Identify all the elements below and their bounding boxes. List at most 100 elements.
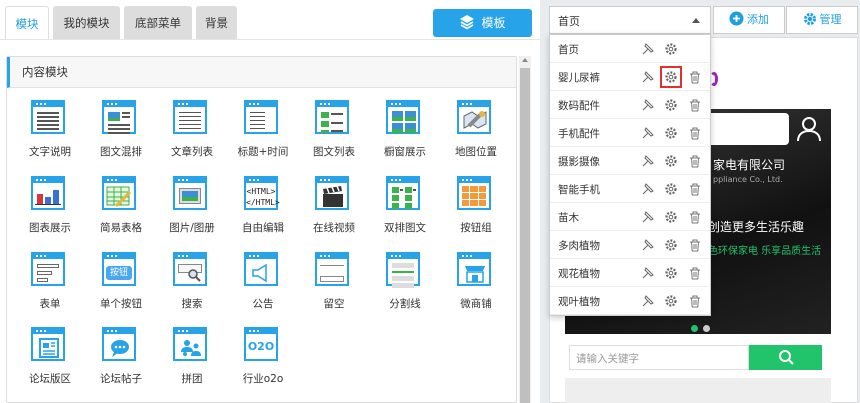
template-button[interactable]: 模板 [433, 9, 532, 37]
settings-gear-icon[interactable] [664, 126, 678, 140]
pin-icon[interactable] [642, 43, 654, 55]
settings-gear-icon[interactable] [664, 294, 678, 308]
page-menu-item[interactable]: 首页 [550, 35, 710, 63]
company-name: 家电有限公司 [713, 158, 786, 172]
settings-gear-icon[interactable] [664, 154, 678, 168]
module-picture-album[interactable]: 图片/图册 [157, 172, 227, 240]
module-divider[interactable]: 分割线 [370, 248, 440, 316]
module-search[interactable]: 搜索 [157, 248, 227, 316]
module-label: 行业o2o [242, 373, 284, 385]
manage-button[interactable]: 管理 [786, 6, 858, 34]
module-label: 橱窗展示 [384, 146, 426, 158]
pin-icon[interactable] [642, 295, 654, 307]
module-map-location[interactable]: 地图位置 [441, 96, 511, 164]
page-name: 观叶植物 [558, 296, 600, 308]
pin-icon[interactable] [642, 183, 654, 195]
blank-space-icon [315, 252, 349, 286]
user-icon[interactable] [795, 115, 823, 143]
slogan: 创造更多生活乐趣 [708, 220, 805, 234]
tab-bottom-menu[interactable]: 底部菜单 [124, 6, 192, 40]
page-menu-item[interactable]: 婴儿尿裤 [550, 63, 710, 91]
module-article-list[interactable]: 文章列表 [157, 96, 227, 164]
button-text: 按钮 [106, 266, 132, 280]
trash-icon[interactable] [689, 267, 701, 280]
module-label: 微商铺 [460, 298, 492, 310]
pin-icon[interactable] [642, 267, 654, 279]
module-form[interactable]: 表单 [15, 248, 85, 316]
module-title-time[interactable]: 标题+时间 [228, 96, 298, 164]
tab-my-modules[interactable]: 我的模块 [53, 6, 120, 40]
settings-gear-icon[interactable] [664, 182, 678, 196]
pin-icon[interactable] [642, 71, 654, 83]
template-button-label: 模板 [481, 16, 506, 30]
trash-icon[interactable] [689, 155, 701, 168]
html-close-tag: </HTML> [246, 198, 280, 207]
html-icon: <HTML> </HTML> [244, 176, 280, 210]
modules-scrollbar[interactable] [519, 56, 531, 403]
carousel-dot[interactable] [703, 325, 710, 332]
settings-gear-icon[interactable] [664, 42, 678, 56]
tab-background[interactable]: 背景 [196, 6, 237, 40]
preview-logo [710, 72, 718, 86]
page-menu-item[interactable]: 苗木 [550, 203, 710, 231]
keyword-input[interactable]: 请输入关键字 [569, 345, 749, 370]
add-page-button[interactable]: 添加 [713, 6, 785, 34]
page-select[interactable]: 首页 [549, 6, 711, 34]
keyword-search-button[interactable] [749, 345, 822, 370]
module-label: 论坛版区 [29, 373, 71, 385]
trash-icon[interactable] [689, 295, 701, 308]
pin-icon[interactable] [642, 99, 654, 111]
trash-icon[interactable] [689, 239, 701, 252]
pin-icon[interactable] [642, 155, 654, 167]
page-menu-item[interactable]: 智能手机 [550, 175, 710, 203]
settings-gear-icon[interactable] [664, 210, 678, 224]
module-label: 图文混排 [100, 146, 142, 158]
module-forum-board[interactable]: 论坛版区 [15, 323, 85, 391]
gear-icon [803, 13, 816, 25]
trash-icon[interactable] [689, 211, 701, 224]
settings-gear-icon[interactable] [664, 98, 678, 112]
module-showcase[interactable]: 橱窗展示 [370, 96, 440, 164]
module-micro-shop[interactable]: 微商铺 [441, 248, 511, 316]
trash-icon[interactable] [689, 183, 701, 196]
module-simple-table[interactable]: 简易表格 [86, 172, 156, 240]
page-menu-item[interactable]: 多肉植物 [550, 231, 710, 259]
page-menu-item[interactable]: 摄影摄像 [550, 147, 710, 175]
module-button-group[interactable]: 按钮组 [441, 172, 511, 240]
settings-gear-icon[interactable] [664, 266, 678, 280]
module-notice[interactable]: 公告 [228, 248, 298, 316]
settings-gear-icon[interactable] [660, 66, 682, 88]
pin-icon[interactable] [642, 239, 654, 251]
module-text[interactable]: 文字说明 [15, 96, 85, 164]
module-free-edit[interactable]: <HTML> </HTML> 自由编辑 [228, 172, 298, 240]
settings-gear-icon[interactable] [664, 238, 678, 252]
module-label: 公告 [252, 298, 274, 310]
tab-modules[interactable]: 模块 [5, 6, 49, 40]
module-online-video[interactable]: 在线视频 [299, 172, 369, 240]
module-label: 简易表格 [100, 222, 142, 234]
page-menu-item[interactable]: 数码配件 [550, 91, 710, 119]
trash-icon[interactable] [689, 127, 701, 140]
module-forum-post[interactable]: 论坛帖子 [86, 323, 156, 391]
module-label: 搜索 [181, 298, 203, 310]
article-list-icon [173, 100, 207, 134]
pin-icon[interactable] [642, 211, 654, 223]
module-image-text-list[interactable]: 图文列表 [299, 96, 369, 164]
module-single-button[interactable]: 按钮 单个按钮 [86, 248, 156, 316]
module-image-text-mix[interactable]: 图文混排 [86, 96, 156, 164]
module-label: 图表展示 [29, 222, 71, 234]
module-double-image-text[interactable]: 双排图文 [370, 172, 440, 240]
plus-circle-icon [729, 11, 744, 26]
module-industry-o2o[interactable]: O2O 行业o2o [228, 323, 298, 391]
module-chart[interactable]: 图表展示 [15, 172, 85, 240]
module-group-buy[interactable]: 拼团 [157, 323, 227, 391]
carousel-dot-active[interactable] [691, 325, 698, 332]
module-blank-space[interactable]: 留空 [299, 248, 369, 316]
trash-icon[interactable] [689, 99, 701, 112]
page-menu-item[interactable]: 观叶植物 [550, 287, 710, 315]
page-name: 首页 [558, 44, 579, 56]
page-menu-item[interactable]: 手机配件 [550, 119, 710, 147]
page-menu-item[interactable]: 观花植物 [550, 259, 710, 287]
pin-icon[interactable] [642, 127, 654, 139]
trash-icon[interactable] [689, 71, 701, 84]
